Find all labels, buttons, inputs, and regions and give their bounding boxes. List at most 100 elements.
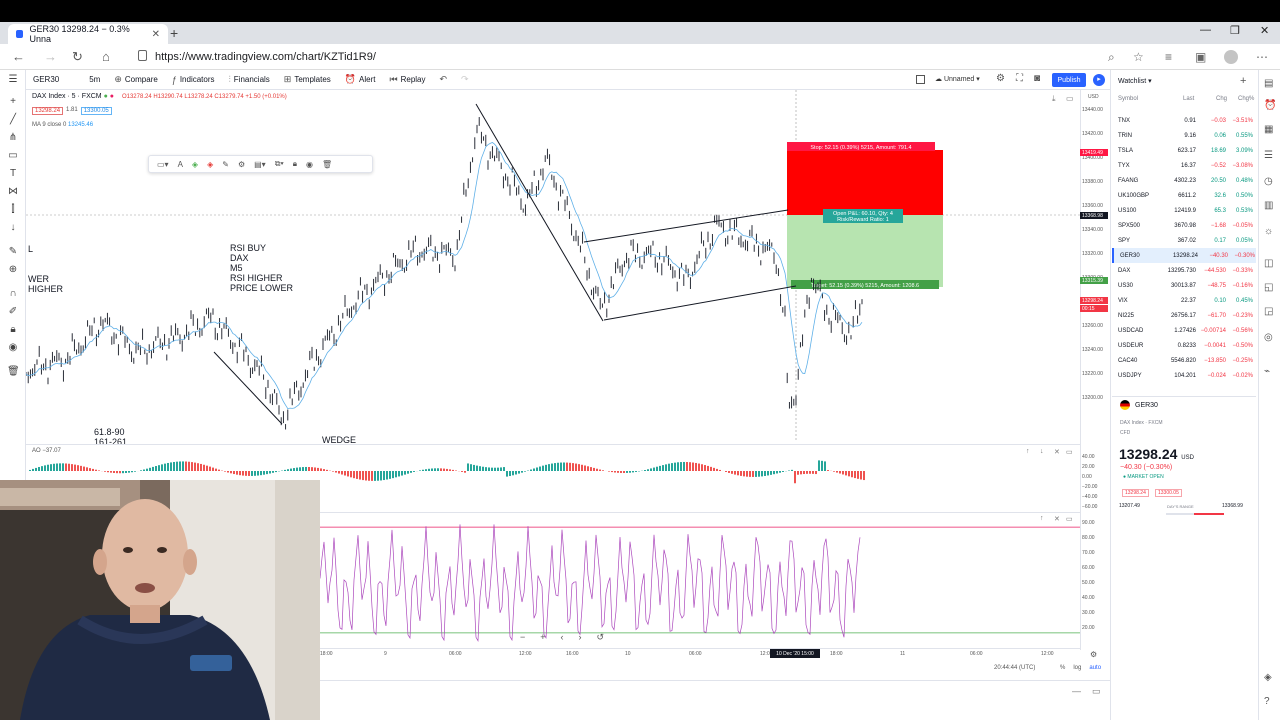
ao-maximize-icon[interactable]: ▭: [1066, 448, 1073, 456]
col-last[interactable]: Last: [1183, 96, 1194, 102]
watchlist-row[interactable]: USDEUR 0.8233 −0.0041 −0.50%: [1112, 338, 1256, 353]
log-scale-toggle[interactable]: log: [1073, 665, 1081, 671]
watchlist-row[interactable]: TYX 16.37 −0.52 −3.08%: [1112, 158, 1256, 173]
restore-icon[interactable]: ❐: [1230, 24, 1240, 37]
pane-collapse-icon[interactable]: ⤓: [1052, 94, 1056, 104]
alerts-icon[interactable]: ⏰: [1264, 100, 1276, 111]
calendar-icon[interactable]: ◷: [1264, 176, 1273, 187]
indicators-button[interactable]: ƒ Indicators: [165, 70, 222, 90]
brush-icon[interactable]: ✎: [7, 246, 19, 258]
hide-icon[interactable]: ◉: [306, 160, 313, 169]
watchlist-row[interactable]: SPY 367.02 0.17 0.05%: [1112, 233, 1256, 248]
text-tool-icon[interactable]: T: [7, 168, 19, 180]
watchlist-row[interactable]: US30 30013.87 −48.75 −0.16%: [1112, 278, 1256, 293]
data-window-icon[interactable]: ▦: [1264, 124, 1273, 135]
maximize-panel-icon[interactable]: ▭: [1092, 686, 1101, 697]
new-tab-icon[interactable]: +: [170, 25, 178, 41]
trash-icon[interactable]: 🗑︎: [7, 366, 20, 378]
browser-tab[interactable]: GER30 13298.24 − 0.3% Unna ✕: [8, 24, 168, 44]
templates-button[interactable]: ⊞ Templates: [277, 70, 338, 90]
watchlist-row[interactable]: UK100GBP 6611.2 32.6 0.50%: [1112, 188, 1256, 203]
alert-button[interactable]: ⏰ Alert: [338, 70, 383, 90]
rsi-maximize-icon[interactable]: ▭: [1066, 515, 1073, 523]
favorites-icon[interactable]: ≡: [1165, 50, 1172, 64]
watchlist-row[interactable]: TRIN 9.16 0.06 0.55%: [1112, 128, 1256, 143]
clone-icon[interactable]: ⧉▾: [275, 159, 284, 169]
close-window-icon[interactable]: ✕: [1260, 24, 1269, 37]
pane-maximize-icon[interactable]: ▭: [1066, 94, 1074, 103]
prediction-icon[interactable]: ⫿: [7, 204, 19, 216]
watchlist-icon[interactable]: ▤: [1264, 78, 1273, 89]
percent-scale-toggle[interactable]: %: [1060, 665, 1065, 671]
scroll-right-icon[interactable]: ›: [579, 632, 582, 643]
notifications-icon[interactable]: ◲: [1264, 306, 1273, 317]
pitchfork-icon[interactable]: ⋔: [7, 132, 19, 144]
home-icon[interactable]: ⌂: [102, 49, 110, 64]
detail-symbol[interactable]: GER30: [1135, 402, 1158, 409]
undo-button[interactable]: ↶: [433, 70, 455, 90]
watchlist-row[interactable]: TSLA 623.17 18.69 3.09%: [1112, 143, 1256, 158]
left-note-text-1[interactable]: L: [28, 244, 33, 254]
price-chart[interactable]: Stop: 52.15 (0.39%) 5215, Amount: 791.4 …: [26, 90, 1080, 442]
question-icon[interactable]: ?: [1264, 696, 1270, 707]
ao-down-icon[interactable]: ↓: [1040, 448, 1044, 455]
magnet-icon[interactable]: ∩: [7, 288, 19, 300]
zoom-icon[interactable]: ⌕: [1108, 50, 1115, 65]
watchlist-row[interactable]: GER30 13298.24 −40.30 −0.30%: [1112, 248, 1256, 263]
forward-icon[interactable]: →: [44, 49, 57, 64]
settings-icon[interactable]: ⚙: [238, 160, 245, 169]
watchlist-row[interactable]: USDJPY 104.201 −0.024 −0.02%: [1112, 368, 1256, 383]
ao-close-icon[interactable]: ✕: [1054, 448, 1060, 456]
financials-button[interactable]: ⫶ Financials: [222, 70, 277, 90]
replay-button[interactable]: ⏮ Replay: [382, 70, 432, 90]
stream-icon[interactable]: ▸: [1093, 74, 1105, 86]
arrow-down-icon[interactable]: ↓: [7, 222, 19, 234]
axis-settings-icon[interactable]: ⚙: [1090, 650, 1097, 659]
detail-description[interactable]: DAX Index · FXCM: [1120, 420, 1163, 426]
fullscreen-icon[interactable]: ⛶: [1016, 73, 1023, 84]
profile-avatar[interactable]: [1224, 50, 1238, 64]
sell-button[interactable]: 13298.24: [32, 107, 64, 115]
hamburger-menu-icon[interactable]: ☰: [7, 74, 19, 86]
layout-name[interactable]: ☁ Unnamed ▾: [935, 75, 980, 83]
zoom-in-icon[interactable]: +: [540, 632, 545, 643]
crosshair-icon[interactable]: +: [7, 96, 19, 108]
watchlist-row[interactable]: SPX500 3670.98 −1.68 −0.05%: [1112, 218, 1256, 233]
zoom-in-icon[interactable]: ⊕: [7, 264, 19, 276]
rsi-close-icon[interactable]: ✕: [1054, 515, 1060, 523]
more-menu-icon[interactable]: ⋯: [1256, 50, 1268, 64]
close-tab-icon[interactable]: ✕: [152, 29, 160, 40]
add-symbol-icon[interactable]: +: [1240, 75, 1246, 87]
watchlist-row[interactable]: CAC40 5546.820 −13.850 −0.25%: [1112, 353, 1256, 368]
col-chg-pct[interactable]: Chg%: [1238, 96, 1254, 102]
symbol-description[interactable]: DAX Index · 5 · FXCM: [32, 93, 102, 100]
layout-select-icon[interactable]: [916, 75, 925, 84]
zoom-out-icon[interactable]: −: [520, 632, 525, 643]
ma-legend[interactable]: MA 9 close 0 13245.46: [32, 122, 93, 128]
utc-clock[interactable]: 20:44:44 (UTC): [994, 665, 1035, 671]
favorite-star-icon[interactable]: ☆: [1133, 50, 1144, 64]
lock-icon[interactable]: 🔒︎: [293, 159, 297, 169]
lightbulb-icon[interactable]: ☼: [1264, 226, 1273, 237]
watchlist-row[interactable]: TNX 0.91 −0.03 −3.51%: [1112, 113, 1256, 128]
trend-line-icon[interactable]: ╱: [7, 114, 19, 126]
publish-button[interactable]: Publish: [1052, 73, 1086, 87]
template-icon[interactable]: ▭▾: [157, 160, 169, 169]
redo-button[interactable]: ↷: [454, 70, 476, 90]
watchlist-row[interactable]: USDCAD 1.27426 −0.00714 −0.56%: [1112, 323, 1256, 338]
pencil-icon[interactable]: ✎: [222, 160, 229, 169]
camera-icon[interactable]: ◙: [1034, 73, 1040, 84]
back-icon[interactable]: ←: [12, 49, 25, 64]
minimize-panel-icon[interactable]: —: [1072, 686, 1081, 696]
chats-icon[interactable]: ◫: [1264, 258, 1273, 269]
buy-button[interactable]: 13300.05: [80, 107, 112, 115]
interval-button[interactable]: 5m: [82, 70, 107, 90]
reload-icon[interactable]: ↻: [72, 49, 83, 65]
streams-icon[interactable]: ◱: [1264, 282, 1273, 293]
settings-gear-icon[interactable]: ⚙: [996, 73, 1005, 84]
watchlist-row[interactable]: DAX 13295.730 −44.530 −0.33%: [1112, 263, 1256, 278]
lock-drawings-icon[interactable]: 🔒︎: [7, 324, 19, 336]
pattern-icon[interactable]: ⋈: [7, 186, 19, 198]
order-panel-icon[interactable]: ⌁: [1264, 366, 1270, 377]
left-note-text-2[interactable]: WER HIGHER: [28, 274, 63, 294]
